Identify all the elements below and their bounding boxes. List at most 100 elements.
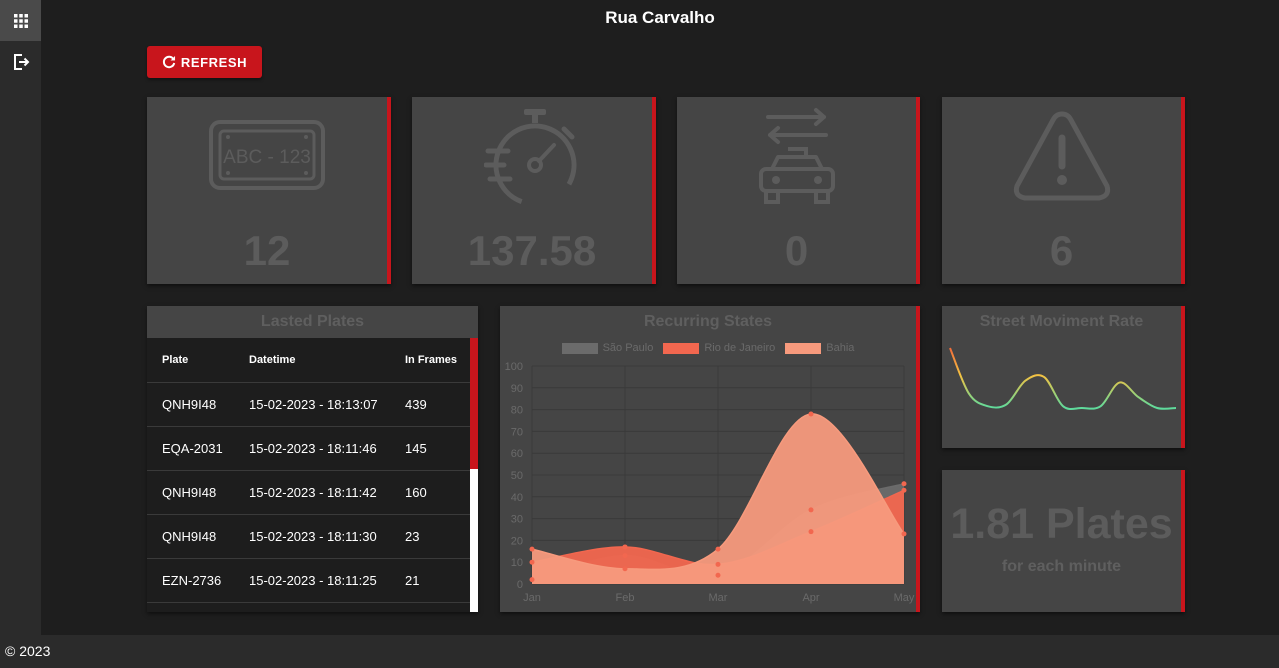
y-tick-label: 100 — [505, 362, 523, 373]
license-plate-icon: ABC - 123 — [209, 120, 325, 190]
plates-per-minute-value: 1.81 Plates — [950, 500, 1173, 548]
legend-swatch — [561, 342, 598, 354]
frames-cell: 21 — [390, 558, 470, 603]
kpi-card-alerts: 6 — [942, 97, 1185, 284]
table-scrollbar[interactable] — [470, 338, 478, 612]
table-header-row: Plate Datetime In Frames — [147, 338, 470, 383]
legend-label: São Paulo — [602, 342, 654, 354]
legend-label: Bahia — [826, 342, 855, 354]
table-row[interactable] — [147, 602, 470, 612]
y-tick-label: 80 — [511, 405, 523, 417]
legend-item-bahia[interactable]: Bahia — [785, 342, 854, 354]
data-point — [715, 561, 721, 567]
table-row[interactable]: QNH9I48 15-02-2023 - 18:11:30 23 — [147, 514, 470, 559]
side-rail — [0, 0, 41, 635]
plates-title: Lasted Plates — [260, 313, 365, 330]
legend-label: Rio de Janeiro — [704, 342, 776, 354]
movement-rate-card: Street Moviment Rate — [942, 306, 1185, 448]
logout-button[interactable] — [0, 41, 41, 82]
data-point — [808, 411, 814, 417]
frames-cell: 23 — [390, 514, 470, 559]
kpi-card-traffic: 0 — [677, 97, 920, 284]
data-point — [529, 577, 535, 583]
recurring-states-chart: 0 10 20 30 40 50 60 70 80 90 100 Jan Feb Mar Apr May — [505, 362, 915, 604]
footer: © 2023 — [0, 635, 1279, 668]
datetime-cell: 15-02-2023 - 18:11:46 — [234, 426, 390, 471]
datetime-cell: 15-02-2023 - 18:13:07 — [234, 382, 390, 427]
apps-grid-icon — [13, 13, 28, 28]
datetime-cell: 15-02-2023 - 18:11:42 — [234, 470, 390, 515]
x-tick-label: Jan — [523, 592, 541, 604]
data-point — [715, 572, 721, 578]
frames-cell: 145 — [390, 426, 470, 471]
chart-legend: São Paulo Rio de Janeiro Bahia — [500, 342, 916, 354]
movement-rate-chart — [949, 347, 1177, 411]
alerts-count: 6 — [1049, 227, 1074, 274]
y-tick-label: 30 — [511, 514, 523, 526]
data-point — [901, 531, 907, 537]
legend-swatch — [663, 342, 700, 354]
recurring-states-card: Recurring States São Paulo Rio de Janeir… — [500, 306, 920, 612]
warning-icon — [1013, 111, 1110, 201]
refresh-button[interactable]: REFRESH — [147, 46, 262, 78]
plate-icon-text: ABC - 123 — [223, 147, 311, 168]
legend-item-rio-de-janeiro[interactable]: Rio de Janeiro — [663, 342, 775, 354]
car-swap-icon — [758, 108, 835, 204]
data-point — [529, 546, 535, 552]
logout-icon — [13, 53, 29, 70]
data-point — [901, 487, 907, 493]
y-tick-label: 50 — [511, 470, 523, 482]
x-tick-label: Feb — [616, 592, 635, 604]
data-point — [715, 546, 721, 552]
scrollbar-thumb[interactable] — [470, 338, 478, 469]
table-row[interactable]: QNH9I48 15-02-2023 - 18:11:42 160 — [147, 470, 470, 515]
kpi-card-plates: ABC - 123 12 — [147, 97, 391, 284]
y-tick-label: 70 — [511, 426, 523, 438]
y-tick-label: 40 — [511, 492, 523, 504]
column-header-in-frames[interactable]: In Frames — [390, 338, 470, 383]
column-header-datetime[interactable]: Datetime — [234, 338, 390, 383]
legend-item-sao-paulo[interactable]: São Paulo — [561, 342, 654, 354]
data-point — [808, 507, 814, 513]
plates-per-minute-label: for each minute — [1001, 558, 1122, 575]
legend-swatch — [785, 342, 822, 354]
y-tick-label: 20 — [511, 535, 523, 547]
refresh-label: REFRESH — [180, 54, 248, 70]
x-tick-label: Mar — [709, 592, 728, 604]
movement-rate-title: Street Moviment Rate — [979, 313, 1144, 330]
datetime-cell: 15-02-2023 - 18:11:25 — [234, 558, 390, 603]
x-tick-label: May — [894, 592, 915, 604]
plate-cell: EQA-2031 — [147, 426, 234, 471]
column-header-plate[interactable]: Plate — [147, 338, 234, 383]
plates-scroll-area[interactable]: Plate Datetime In Frames QNH9I48 15-02-2… — [147, 338, 478, 612]
kpi-card-speed: 137.58 — [412, 97, 656, 284]
datetime-cell: 15-02-2023 - 18:11:30 — [234, 514, 390, 559]
data-point — [808, 529, 814, 535]
x-tick-label: Apr — [802, 592, 819, 604]
plates-count: 12 — [243, 227, 291, 274]
average-speed: 137.58 — [467, 227, 597, 274]
plates-card: Lasted Plates Plate Datetime In Frames Q… — [147, 306, 478, 612]
plate-cell: QNH9I48 — [147, 514, 234, 559]
y-tick-label: 60 — [511, 448, 523, 460]
y-tick-label: 90 — [511, 383, 523, 395]
plates-table: Plate Datetime In Frames QNH9I48 15-02-2… — [147, 338, 470, 612]
plates-per-minute-card: 1.81 Plates for each minute — [942, 470, 1185, 612]
movement-rate-line — [949, 347, 1177, 411]
plate-cell: QNH9I48 — [147, 382, 234, 427]
traffic-count: 0 — [784, 227, 809, 274]
plate-cell: QNH9I48 — [147, 470, 234, 515]
page-title: Rua Carvalho — [605, 8, 715, 27]
data-point — [622, 544, 628, 550]
table-row[interactable]: EQA-2031 15-02-2023 - 18:11:46 145 — [147, 426, 470, 471]
data-point — [622, 566, 628, 572]
refresh-icon — [162, 55, 176, 69]
table-row[interactable]: QNH9I48 15-02-2023 - 18:13:07 439 — [147, 382, 470, 427]
plate-cell: EZN-2736 — [147, 558, 234, 603]
apps-grid-button[interactable] — [0, 0, 41, 41]
y-tick-label: 0 — [517, 579, 523, 591]
y-tick-label: 10 — [511, 557, 523, 569]
table-row[interactable]: EZN-2736 15-02-2023 - 18:11:25 21 — [147, 558, 470, 603]
frames-cell: 439 — [390, 382, 470, 427]
data-point — [901, 481, 907, 487]
